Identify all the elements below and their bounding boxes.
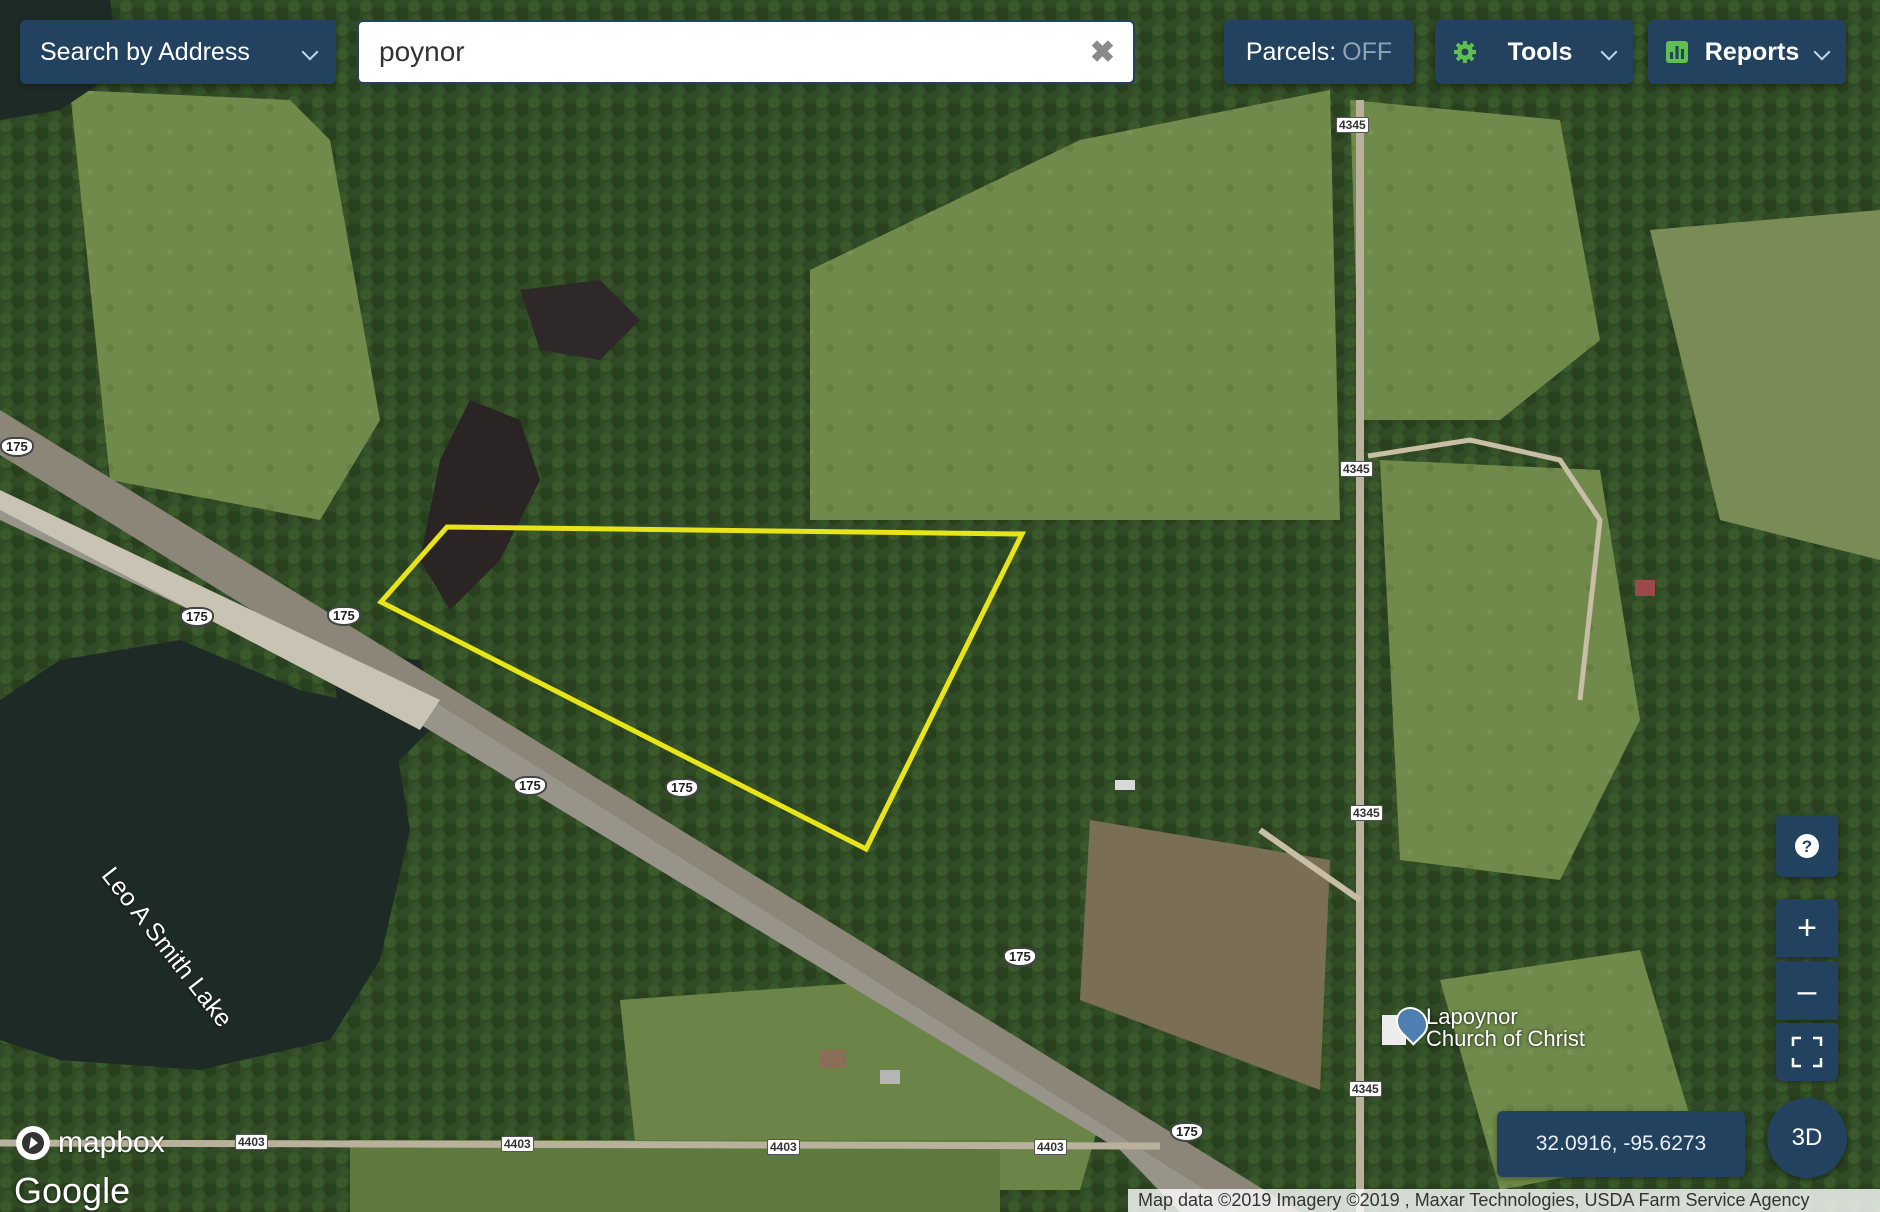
parcels-state: OFF — [1342, 37, 1393, 66]
fullscreen-button[interactable] — [1776, 1023, 1838, 1081]
tools-label: Tools — [1507, 37, 1573, 66]
search-mode-label: Search by Address — [40, 37, 250, 66]
road-shield-4403: 4403 — [1034, 1139, 1067, 1155]
road-shield-4345: 4345 — [1336, 117, 1369, 133]
plus-icon: + — [1797, 908, 1817, 947]
tools-dropdown[interactable]: Tools — [1435, 20, 1633, 84]
road-shield-4345: 4345 — [1340, 461, 1373, 477]
church-label[interactable]: Lapoynor Church of Christ — [1426, 1006, 1585, 1050]
3d-toggle-button[interactable]: 3D — [1767, 1098, 1847, 1178]
map-attribution[interactable]: Map data ©2019 Imagery ©2019 , Maxar Tec… — [1128, 1189, 1880, 1212]
search-mode-dropdown[interactable]: Search by Address — [20, 20, 336, 84]
zoom-in-button[interactable]: + — [1776, 899, 1838, 957]
google-logo: Google — [14, 1170, 131, 1211]
highway-shield: 175 — [1170, 1122, 1204, 1142]
mapbox-wordmark: mapbox — [58, 1126, 165, 1159]
zoom-out-button[interactable]: – — [1776, 962, 1838, 1020]
minus-icon: – — [1797, 971, 1817, 1010]
highway-shield: 175 — [0, 437, 34, 457]
parcels-toggle[interactable]: Parcels: OFF — [1224, 20, 1414, 84]
road-shield-4345: 4345 — [1350, 805, 1383, 821]
bar-chart-icon — [1666, 41, 1688, 63]
church-label-line1: Lapoynor — [1426, 1004, 1518, 1029]
svg-text:?: ? — [1802, 837, 1812, 856]
fullscreen-icon — [1791, 1036, 1823, 1068]
highway-shield: 175 — [327, 606, 361, 626]
reports-dropdown[interactable]: Reports — [1648, 20, 1846, 84]
mapbox-icon — [16, 1126, 50, 1160]
road-shield-4403: 4403 — [767, 1139, 800, 1155]
road-shield-4345: 4345 — [1349, 1081, 1382, 1097]
search-input[interactable] — [377, 35, 1090, 69]
help-button[interactable]: ? — [1776, 815, 1838, 877]
church-label-line2: Church of Christ — [1426, 1026, 1585, 1051]
search-box[interactable]: ✖ — [357, 20, 1135, 84]
chevron-down-icon — [301, 43, 319, 61]
highway-shield: 175 — [513, 776, 547, 796]
highway-shield: 175 — [1003, 947, 1037, 967]
reports-label: Reports — [1704, 37, 1800, 66]
highway-shield: 175 — [665, 778, 699, 798]
help-icon: ? — [1795, 834, 1819, 858]
gear-icon — [1454, 41, 1476, 63]
road-shield-4403: 4403 — [501, 1136, 534, 1152]
mapbox-logo[interactable]: mapbox — [14, 1124, 165, 1162]
clear-icon[interactable]: ✖ — [1090, 35, 1115, 70]
satellite-map[interactable] — [0, 0, 1880, 1212]
highway-shield: 175 — [180, 607, 214, 627]
road-shield-4403: 4403 — [235, 1134, 268, 1150]
coordinates-display: 32.0916, -95.6273 — [1497, 1111, 1745, 1177]
chevron-down-icon — [1600, 43, 1618, 61]
parcels-label: Parcels: — [1245, 37, 1337, 66]
chevron-down-icon — [1813, 43, 1831, 61]
